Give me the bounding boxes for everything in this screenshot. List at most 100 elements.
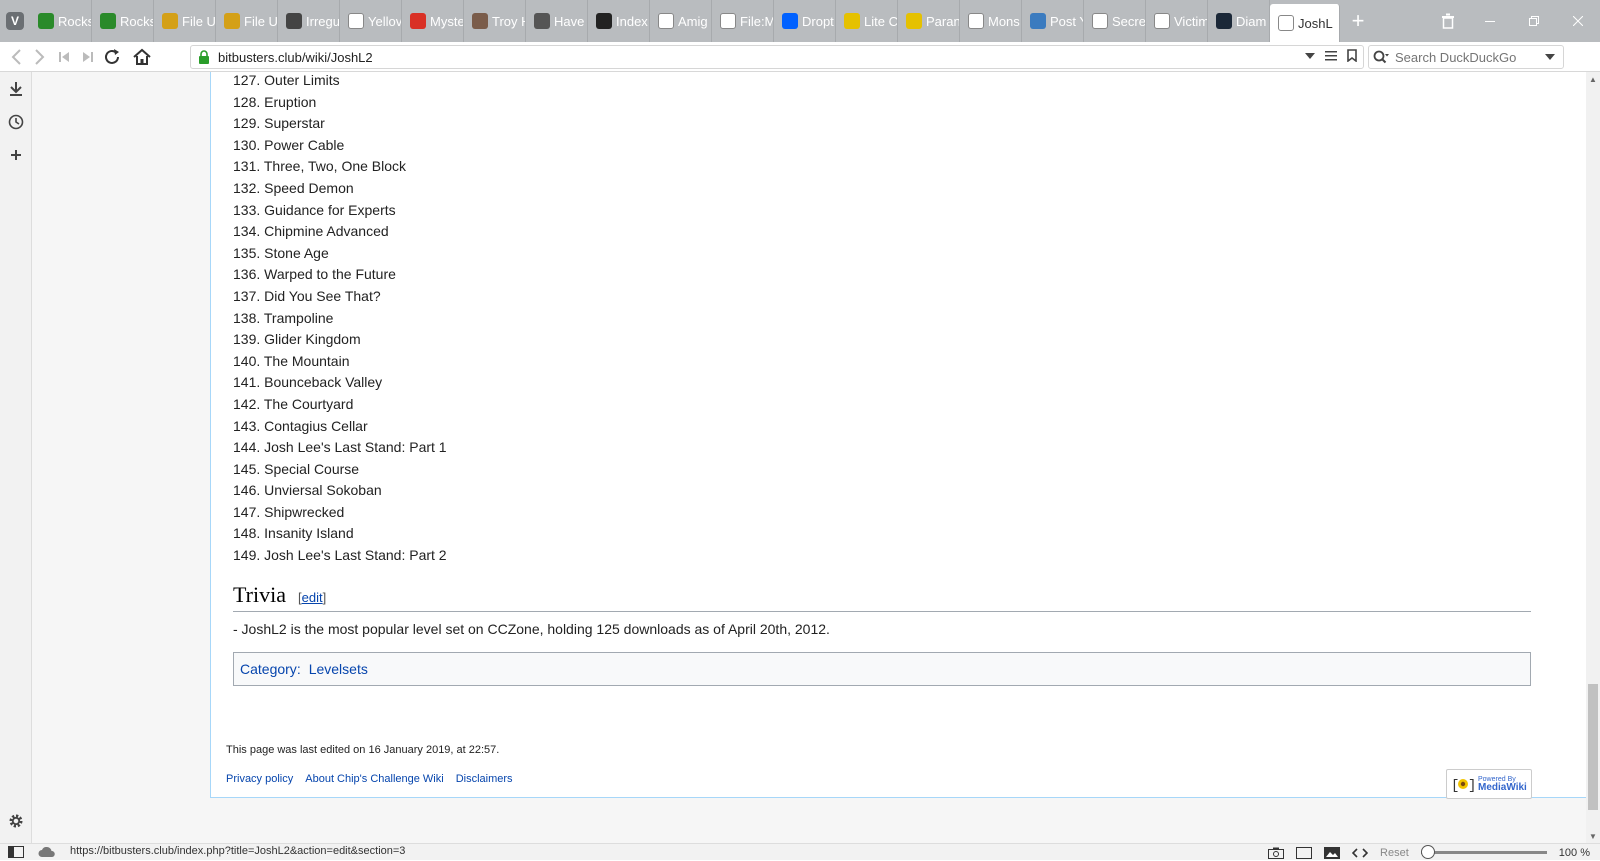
camera-icon[interactable] [1268, 847, 1285, 859]
history-panel-button[interactable] [0, 105, 32, 138]
reader-view-icon[interactable] [1325, 50, 1337, 61]
page-icon [1092, 13, 1108, 29]
tab-label: Paran [926, 13, 959, 29]
new-tab-button[interactable]: + [1340, 0, 1376, 42]
minimize-icon [1485, 21, 1495, 22]
tab[interactable]: Rocks [30, 0, 92, 42]
zoom-level-text: 100 % [1558, 846, 1590, 859]
search-input[interactable] [1395, 49, 1545, 65]
powered-by-text: Powered By MediaWiki [1478, 776, 1527, 793]
tab[interactable]: Amig [650, 0, 712, 42]
image-icon[interactable] [1324, 846, 1341, 859]
vivaldi-menu-button[interactable]: V [0, 0, 30, 42]
level-list: 127. Outer Limits 128. Eruption 129. Super… [233, 72, 447, 567]
list-item: 147. Shipwrecked [233, 503, 345, 520]
bookmark-icon[interactable] [1347, 49, 1357, 62]
wikipedia-icon [658, 13, 674, 29]
closed-tabs-trash-button[interactable] [1428, 0, 1468, 42]
green-gem-icon [100, 13, 116, 29]
settings-button[interactable] [0, 804, 32, 837]
download-icon [10, 81, 22, 96]
tab-label: Have [554, 13, 585, 29]
tab-active[interactable]: JoshL [1270, 4, 1340, 42]
page-icon [1154, 13, 1170, 29]
tab[interactable]: Mons [960, 0, 1022, 42]
zoom-slider-knob[interactable] [1420, 845, 1435, 859]
tab[interactable]: File:M [712, 0, 774, 42]
zoom-reset-button[interactable]: Reset [1380, 847, 1409, 859]
tab[interactable]: Lite C [836, 0, 898, 42]
tab[interactable]: Diam [1208, 0, 1270, 42]
tab[interactable]: Irregu [278, 0, 340, 42]
tab[interactable]: Dropt [774, 0, 836, 42]
scroll-down-arrow-icon[interactable]: ▼ [1586, 829, 1600, 843]
edit-section-link[interactable]: edit [302, 590, 323, 605]
tab[interactable]: Secre [1084, 0, 1146, 42]
fast-forward-button[interactable] [76, 42, 100, 72]
tab-label: Irregu [306, 13, 339, 29]
close-icon [1573, 16, 1583, 26]
powered-by-mediawiki-badge[interactable]: [] Powered By MediaWiki [1446, 769, 1532, 799]
list-item: 139. Glider Kingdom [233, 331, 361, 348]
reload-button[interactable] [100, 42, 124, 72]
url-field[interactable]: bitbusters.club/wiki/JoshL2 [190, 45, 1364, 69]
url-text: bitbusters.club/wiki/JoshL2 [218, 49, 373, 65]
tab[interactable]: Troy H [464, 0, 526, 42]
tab-label: Secre [1112, 13, 1145, 29]
chevron-down-icon[interactable] [1305, 52, 1315, 60]
lock-icon [199, 50, 209, 64]
search-icon [1373, 50, 1389, 64]
tab[interactable]: File U [216, 0, 278, 42]
search-field[interactable] [1368, 45, 1564, 69]
search-engine-dropdown-icon[interactable] [1545, 53, 1555, 61]
tab-label: Amig [678, 13, 708, 29]
zoom-slider[interactable] [1420, 845, 1547, 859]
category-label-link[interactable]: Category [240, 661, 297, 677]
tab[interactable]: Post Y [1022, 0, 1084, 42]
disclaimers-link[interactable]: Disclaimers [456, 773, 513, 785]
scrollbar-thumb[interactable] [1588, 684, 1598, 810]
home-button[interactable] [130, 42, 154, 72]
rewind-button[interactable] [52, 42, 76, 72]
tab[interactable]: Victim [1146, 0, 1208, 42]
category-levelsets-link[interactable]: Levelsets [309, 661, 368, 677]
about-wiki-link[interactable]: About Chip's Challenge Wiki [305, 773, 443, 785]
last-edited-text: This page was last edited on 16 January … [226, 744, 500, 756]
list-item: 133. Guidance for Experts [233, 201, 396, 218]
list-item: 129. Superstar [233, 115, 325, 132]
page-scrollbar[interactable]: ▲ ▼ [1586, 72, 1600, 843]
scroll-up-arrow-icon[interactable]: ▲ [1586, 72, 1600, 86]
downloads-panel-button[interactable] [0, 72, 32, 105]
minimize-button[interactable] [1468, 0, 1512, 42]
list-item: 127. Outer Limits [233, 72, 340, 88]
tab-label: Lite C [864, 13, 897, 29]
cloud-sync-icon[interactable] [38, 847, 56, 858]
wikia-icon [162, 13, 178, 29]
tiling-icon[interactable] [1296, 846, 1313, 859]
tab-label: Post Y [1050, 13, 1083, 29]
tab-label: Mons [988, 13, 1020, 29]
wikia-icon [224, 13, 240, 29]
panel-toggle-icon[interactable] [8, 846, 24, 858]
tab-label: JoshL [1298, 15, 1333, 31]
tab[interactable]: Yellov [340, 0, 402, 42]
tab[interactable]: File U [154, 0, 216, 42]
vivaldi-logo-icon: V [6, 12, 24, 30]
privacy-policy-link[interactable]: Privacy policy [226, 773, 293, 785]
tab[interactable]: Rocks [92, 0, 154, 42]
plus-icon [11, 149, 21, 160]
tab-bar: V Rocks Rocks File U File U Irregu Yellov Myst… [0, 0, 1600, 42]
tab[interactable]: Myste [402, 0, 464, 42]
tab[interactable]: Index [588, 0, 650, 42]
close-window-button[interactable] [1556, 0, 1600, 42]
page-actions-icon[interactable] [1352, 847, 1369, 859]
page-icon [1278, 15, 1294, 31]
back-button[interactable] [4, 42, 28, 72]
restore-button[interactable] [1512, 0, 1556, 42]
tab[interactable]: Have [526, 0, 588, 42]
add-web-panel-button[interactable] [0, 138, 32, 171]
tab-label: Rocks [58, 13, 91, 29]
tab[interactable]: Paran [898, 0, 960, 42]
list-item: 130. Power Cable [233, 136, 345, 153]
forward-button[interactable] [28, 42, 52, 72]
